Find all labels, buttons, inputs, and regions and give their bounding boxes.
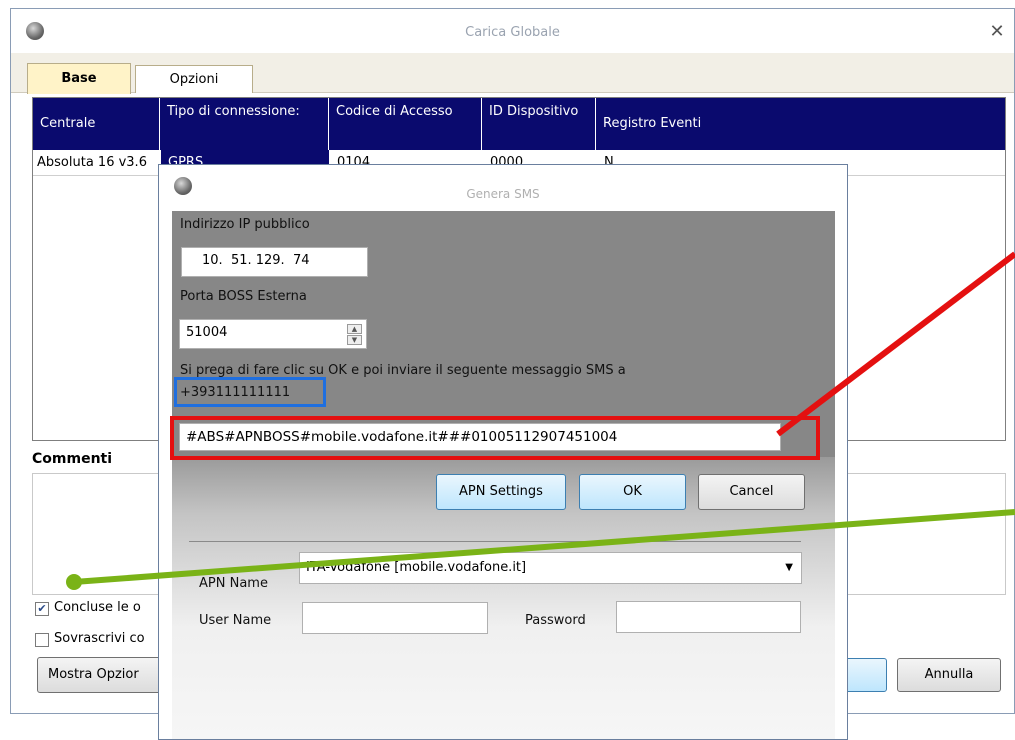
red-arrow-line bbox=[776, 251, 1015, 437]
green-arrow-line bbox=[73, 509, 1015, 585]
annotation-overlay bbox=[66, 251, 1015, 590]
green-arrow-dot bbox=[66, 574, 82, 590]
